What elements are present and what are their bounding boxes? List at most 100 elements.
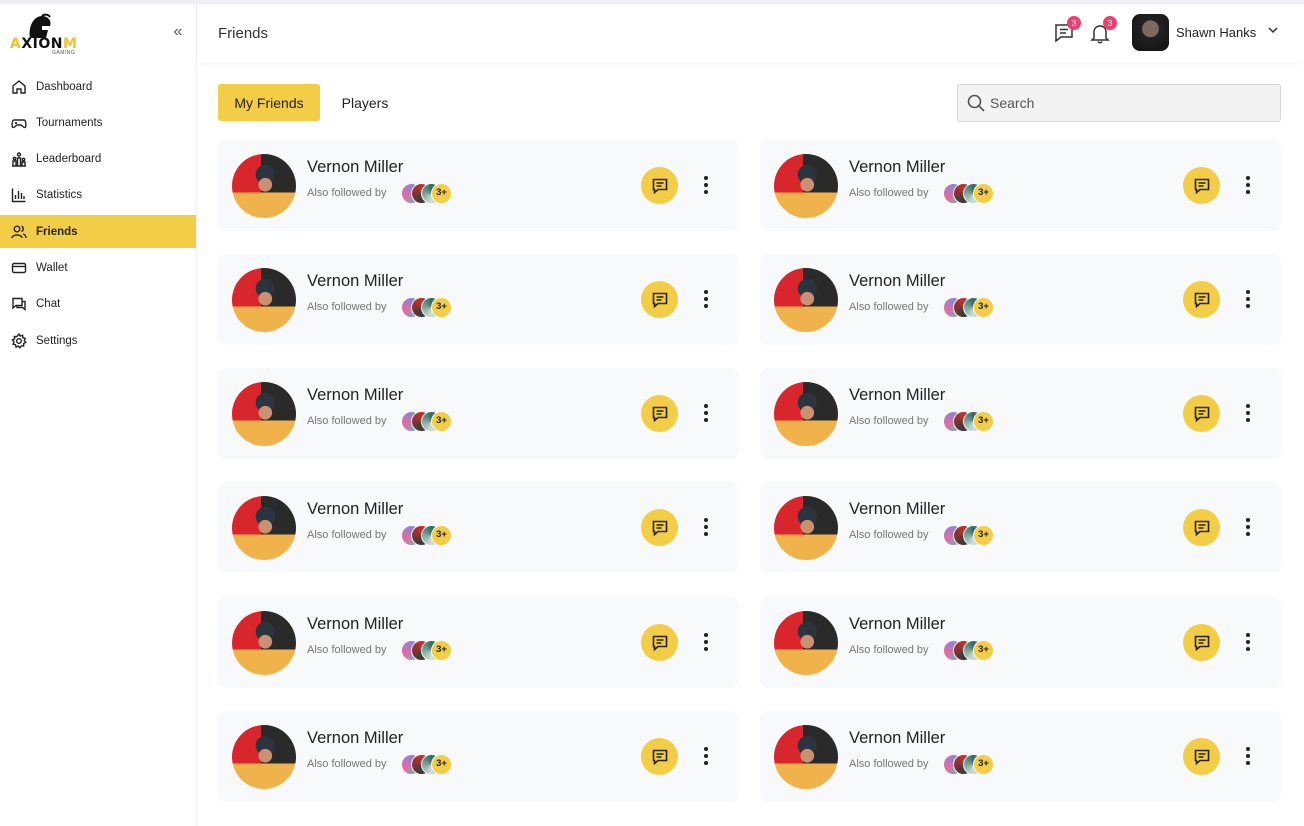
more-options-button[interactable] xyxy=(1240,288,1256,310)
more-options-button[interactable] xyxy=(698,631,714,653)
more-options-button[interactable] xyxy=(1240,745,1256,767)
search-icon xyxy=(967,94,985,112)
message-friend-button[interactable] xyxy=(641,281,678,318)
message-icon xyxy=(652,406,667,422)
sidebar-nav: Dashboard Tournaments Leaderboard Statis… xyxy=(0,70,196,360)
message-friend-button[interactable] xyxy=(1183,281,1220,318)
sidebar-item-label: Friends xyxy=(36,225,78,238)
friend-avatar[interactable] xyxy=(232,382,296,446)
message-icon xyxy=(1194,406,1209,422)
friend-name[interactable]: Vernon Miller xyxy=(307,272,403,291)
more-options-button[interactable] xyxy=(1240,631,1256,653)
friend-avatar[interactable] xyxy=(774,154,838,218)
user-avatar[interactable] xyxy=(1132,14,1169,51)
friend-avatar[interactable] xyxy=(232,268,296,332)
sidebar-item-label: Leaderboard xyxy=(36,153,102,166)
friend-name[interactable]: Vernon Miller xyxy=(307,615,403,634)
message-icon xyxy=(652,520,667,536)
message-friend-button[interactable] xyxy=(641,624,678,661)
message-friend-button[interactable] xyxy=(1183,624,1220,661)
friend-name[interactable]: Vernon Miller xyxy=(849,500,945,519)
friend-name[interactable]: Vernon Miller xyxy=(307,500,403,519)
friend-avatar[interactable] xyxy=(774,382,838,446)
also-followed-label: Also followed by xyxy=(849,529,929,541)
friend-name[interactable]: Vernon Miller xyxy=(849,272,945,291)
friend-avatar[interactable] xyxy=(774,268,838,332)
sidebar-item-wallet[interactable]: Wallet xyxy=(0,251,196,284)
sidebar-item-statistics[interactable]: Statistics xyxy=(0,179,196,212)
bar-chart-icon xyxy=(10,186,28,204)
sidebar-item-chat[interactable]: Chat xyxy=(0,288,196,321)
friend-avatar[interactable] xyxy=(232,154,296,218)
friend-card: Vernon Miller Also followed by 3+ xyxy=(218,368,739,459)
message-friend-button[interactable] xyxy=(1183,509,1220,546)
friend-name[interactable]: Vernon Miller xyxy=(849,615,945,634)
message-friend-button[interactable] xyxy=(1183,395,1220,432)
more-followers-badge: 3+ xyxy=(431,525,452,546)
friend-avatar[interactable] xyxy=(232,496,296,560)
more-options-button[interactable] xyxy=(1240,174,1256,196)
friend-avatar[interactable] xyxy=(774,611,838,675)
also-followed-label: Also followed by xyxy=(849,758,929,770)
more-options-button[interactable] xyxy=(698,745,714,767)
friend-avatar[interactable] xyxy=(774,725,838,789)
friend-card: Vernon Miller Also followed by 3+ xyxy=(218,711,739,802)
tab-my-friends[interactable]: My Friends xyxy=(218,84,320,121)
collapse-sidebar-button[interactable]: « xyxy=(170,24,186,40)
sidebar-item-dashboard[interactable]: Dashboard xyxy=(0,70,196,103)
sidebar-item-tournaments[interactable]: Tournaments xyxy=(0,106,196,139)
friend-avatar[interactable] xyxy=(774,496,838,560)
user-name[interactable]: Shawn Hanks xyxy=(1176,25,1256,40)
search-box[interactable] xyxy=(957,84,1281,122)
top-header: Friends 3 3 Shawn Hanks xyxy=(197,4,1304,62)
message-friend-button[interactable] xyxy=(641,738,678,775)
message-friend-button[interactable] xyxy=(1183,167,1220,204)
sidebar-item-leaderboard[interactable]: Leaderboard xyxy=(0,143,196,176)
friend-card: Vernon Miller Also followed by 3+ xyxy=(760,482,1281,573)
friend-name[interactable]: Vernon Miller xyxy=(849,386,945,405)
message-friend-button[interactable] xyxy=(641,167,678,204)
message-icon xyxy=(1194,292,1209,308)
sidebar-item-settings[interactable]: Settings xyxy=(0,324,196,357)
page-title: Friends xyxy=(218,25,269,42)
more-followers-badge: 3+ xyxy=(431,640,452,661)
leaderboard-icon xyxy=(10,150,28,168)
users-icon xyxy=(10,223,28,241)
friend-name[interactable]: Vernon Miller xyxy=(307,729,403,748)
friend-avatar[interactable] xyxy=(232,611,296,675)
message-friend-button[interactable] xyxy=(1183,738,1220,775)
more-followers-badge: 3+ xyxy=(973,297,994,318)
chat-icon xyxy=(10,295,28,313)
friend-name[interactable]: Vernon Miller xyxy=(849,729,945,748)
sidebar-item-friends[interactable]: Friends xyxy=(0,215,196,249)
more-options-button[interactable] xyxy=(698,516,714,538)
friend-card: Vernon Miller Also followed by 3+ xyxy=(760,368,1281,459)
messages-button[interactable]: 3 xyxy=(1053,16,1081,44)
friend-name[interactable]: Vernon Miller xyxy=(849,158,945,177)
more-options-button[interactable] xyxy=(1240,516,1256,538)
search-input[interactable] xyxy=(990,95,1270,111)
message-friend-button[interactable] xyxy=(641,395,678,432)
message-friend-button[interactable] xyxy=(641,509,678,546)
more-followers-badge: 3+ xyxy=(973,411,994,432)
friend-avatar[interactable] xyxy=(232,725,296,789)
also-followed-label: Also followed by xyxy=(307,758,387,770)
notifications-button[interactable]: 3 xyxy=(1089,16,1117,44)
more-options-button[interactable] xyxy=(698,174,714,196)
message-icon xyxy=(1194,635,1209,651)
friend-name[interactable]: Vernon Miller xyxy=(307,158,403,177)
logo: AXIONM GAMING xyxy=(10,10,80,58)
also-followed-label: Also followed by xyxy=(849,644,929,656)
also-followed-label: Also followed by xyxy=(307,415,387,427)
friend-name[interactable]: Vernon Miller xyxy=(307,386,403,405)
chevron-down-icon[interactable] xyxy=(1267,24,1279,39)
more-options-button[interactable] xyxy=(698,402,714,424)
more-options-button[interactable] xyxy=(1240,402,1256,424)
also-followed-label: Also followed by xyxy=(849,187,929,199)
more-options-button[interactable] xyxy=(698,288,714,310)
gear-icon xyxy=(10,332,28,350)
tab-players[interactable]: Players xyxy=(330,84,400,121)
friend-card: Vernon Miller Also followed by 3+ xyxy=(218,140,739,231)
friend-card: Vernon Miller Also followed by 3+ xyxy=(760,597,1281,688)
friend-card: Vernon Miller Also followed by 3+ xyxy=(218,597,739,688)
